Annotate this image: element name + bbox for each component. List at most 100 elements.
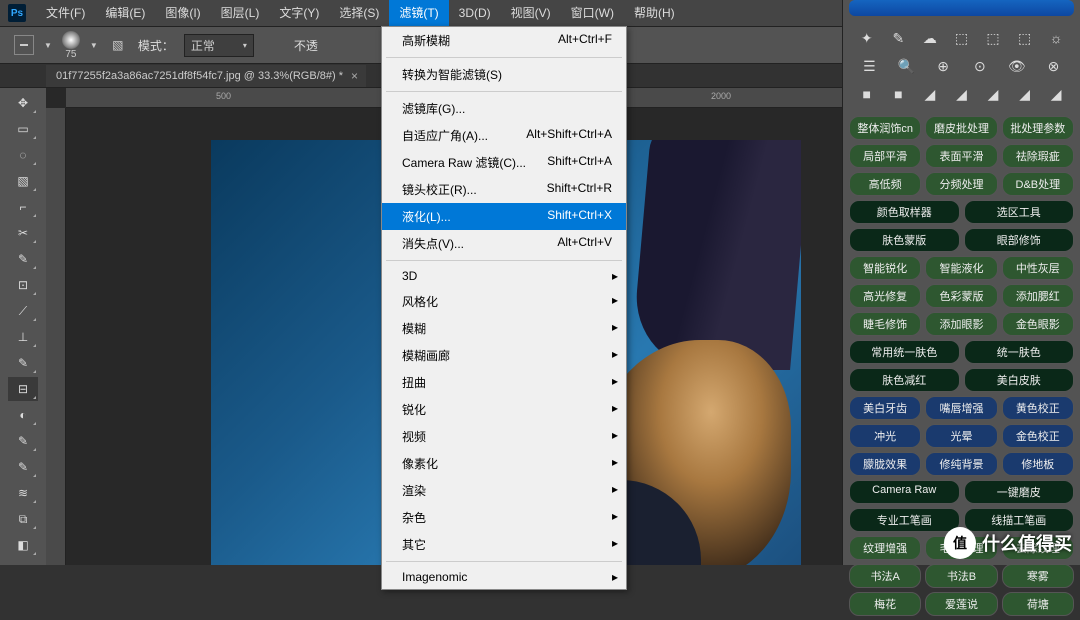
action-pill[interactable]: 一键磨皮 xyxy=(964,480,1075,504)
panel-icon[interactable]: ⬚ xyxy=(983,28,1003,48)
action-pill[interactable]: 选区工具 xyxy=(964,200,1075,224)
panel-icon[interactable]: ⊕ xyxy=(933,56,953,76)
menu-item[interactable]: 液化(L)...Shift+Ctrl+X xyxy=(382,203,626,230)
panel-icon[interactable]: ☰ xyxy=(859,56,879,76)
tool-button[interactable]: ✎ xyxy=(8,455,38,479)
chevron-down-icon[interactable]: ▼ xyxy=(44,41,52,50)
action-pill[interactable]: Camera Raw xyxy=(849,480,960,504)
action-pill[interactable]: 书法B xyxy=(925,564,997,588)
action-pill[interactable]: 常用统一肤色 xyxy=(849,340,960,364)
menu-item[interactable]: 镜头校正(R)...Shift+Ctrl+R xyxy=(382,176,626,203)
menu-item[interactable]: 渲染▸ xyxy=(382,477,626,504)
menu-item[interactable]: 3D(D) xyxy=(449,0,501,26)
tool-button[interactable]: ✂ xyxy=(8,221,38,245)
panel-icon[interactable]: ◢ xyxy=(951,84,971,104)
action-pill[interactable]: 修地板 xyxy=(1002,452,1074,476)
panel-icon[interactable]: ◢ xyxy=(983,84,1003,104)
action-pill[interactable]: 色彩蒙版 xyxy=(925,284,997,308)
panel-icon[interactable]: ⬚ xyxy=(951,28,971,48)
menu-item[interactable]: 编辑(E) xyxy=(95,0,155,26)
menu-item[interactable]: 图像(I) xyxy=(155,0,210,26)
chevron-down-icon[interactable]: ▼ xyxy=(90,41,98,50)
panel-icon[interactable]: ◢ xyxy=(1046,84,1066,104)
menu-item[interactable]: 帮助(H) xyxy=(624,0,685,26)
action-pill[interactable]: 祛除瑕疵 xyxy=(1002,144,1074,168)
menu-item[interactable]: 模糊▸ xyxy=(382,315,626,342)
panel-icon[interactable]: ✦ xyxy=(857,28,877,48)
action-pill[interactable]: 颜色取样器 xyxy=(849,200,960,224)
action-pill[interactable]: 整体润饰cn xyxy=(849,116,921,140)
action-pill[interactable]: 添加眼影 xyxy=(925,312,997,336)
tool-button[interactable]: ▧ xyxy=(8,169,38,193)
action-pill[interactable]: 修纯背景 xyxy=(925,452,997,476)
brush-panel-icon[interactable]: ▧ xyxy=(108,35,128,55)
tool-button[interactable]: ◌ xyxy=(8,143,38,167)
action-pill[interactable]: 眼部修饰 xyxy=(964,228,1075,252)
action-pill[interactable]: 高低频 xyxy=(849,172,921,196)
menu-item[interactable]: 锐化▸ xyxy=(382,396,626,423)
brush-preview[interactable]: 75 xyxy=(62,31,80,60)
tool-button[interactable]: ✎ xyxy=(8,429,38,453)
panel-icon[interactable]: ☼ xyxy=(1046,28,1066,48)
action-pill[interactable]: 智能液化 xyxy=(925,256,997,280)
menu-item[interactable]: 3D▸ xyxy=(382,264,626,288)
panel-icon[interactable]: 🔍 xyxy=(896,56,916,76)
action-pill[interactable]: 中性灰层 xyxy=(1002,256,1074,280)
tool-button[interactable]: ⧉ xyxy=(8,507,38,531)
menu-item[interactable]: 扭曲▸ xyxy=(382,369,626,396)
action-pill[interactable]: 金色眼影 xyxy=(1002,312,1074,336)
menu-item[interactable]: 模糊画廊▸ xyxy=(382,342,626,369)
menu-item[interactable]: 图层(L) xyxy=(211,0,270,26)
menu-item[interactable]: 视频▸ xyxy=(382,423,626,450)
action-pill[interactable]: 光晕 xyxy=(925,424,997,448)
menu-item[interactable]: Camera Raw 滤镜(C)...Shift+Ctrl+A xyxy=(382,149,626,176)
action-pill[interactable]: 表面平滑 xyxy=(925,144,997,168)
menu-item[interactable]: 消失点(V)...Alt+Ctrl+V xyxy=(382,230,626,257)
action-pill[interactable]: 爱莲说 xyxy=(925,592,997,616)
tool-button[interactable]: ✥ xyxy=(8,91,38,115)
panel-icon[interactable]: ◢ xyxy=(920,84,940,104)
action-pill[interactable]: D&B处理 xyxy=(1002,172,1074,196)
tool-button[interactable]: ⌐ xyxy=(8,195,38,219)
action-pill[interactable]: 纹理增强 xyxy=(849,536,921,560)
menu-item[interactable]: 选择(S) xyxy=(329,0,389,26)
panel-icon[interactable]: ◢ xyxy=(1015,84,1035,104)
menu-item[interactable]: 滤镜库(G)... xyxy=(382,95,626,122)
menu-item[interactable]: Imagenomic▸ xyxy=(382,565,626,589)
panel-icon[interactable]: ■ xyxy=(888,84,908,104)
action-pill[interactable]: 分频处理 xyxy=(925,172,997,196)
action-pill[interactable]: 书法A xyxy=(849,564,921,588)
action-pill[interactable]: 寒雾 xyxy=(1002,564,1074,588)
tool-button[interactable]: ▭ xyxy=(8,117,38,141)
menu-item[interactable]: 高斯模糊Alt+Ctrl+F xyxy=(382,27,626,54)
document-tab[interactable]: 01f77255f2a3a86ac7251df8f54fc7.jpg @ 33.… xyxy=(46,65,366,87)
tool-button[interactable]: ✎ xyxy=(8,351,38,375)
tool-button[interactable]: ✎ xyxy=(8,247,38,271)
menu-item[interactable]: 文字(Y) xyxy=(269,0,329,26)
action-pill[interactable]: 局部平滑 xyxy=(849,144,921,168)
close-icon[interactable]: × xyxy=(351,69,358,83)
menu-item[interactable]: 窗口(W) xyxy=(561,0,624,26)
action-pill[interactable]: 朦胧效果 xyxy=(849,452,921,476)
action-pill[interactable]: 睫毛修饰 xyxy=(849,312,921,336)
menu-item[interactable]: 自适应广角(A)...Alt+Shift+Ctrl+A xyxy=(382,122,626,149)
menu-item[interactable]: 其它▸ xyxy=(382,531,626,558)
mode-dropdown[interactable]: 正常 ▾ xyxy=(184,34,254,57)
action-pill[interactable]: 梅花 xyxy=(849,592,921,616)
panel-icon[interactable]: ✎ xyxy=(888,28,908,48)
action-pill[interactable]: 美白牙齿 xyxy=(849,396,921,420)
panel-icon[interactable]: ■ xyxy=(857,84,877,104)
action-pill[interactable]: 高光修复 xyxy=(849,284,921,308)
menu-item[interactable]: 风格化▸ xyxy=(382,288,626,315)
action-pill[interactable]: 统一肤色 xyxy=(964,340,1075,364)
action-pill[interactable]: 专业工笔画 xyxy=(849,508,960,532)
panel-icon[interactable]: ⊙ xyxy=(970,56,990,76)
tool-button[interactable]: ◐ xyxy=(8,403,38,427)
menu-item[interactable]: 文件(F) xyxy=(36,0,95,26)
action-pill[interactable]: 嘴唇增强 xyxy=(925,396,997,420)
action-pill[interactable]: 金色校正 xyxy=(1002,424,1074,448)
tool-button[interactable]: ⊟ xyxy=(8,377,38,401)
action-pill[interactable]: 添加腮红 xyxy=(1002,284,1074,308)
tool-button[interactable]: ⊥ xyxy=(8,325,38,349)
action-pill[interactable]: 冲光 xyxy=(849,424,921,448)
